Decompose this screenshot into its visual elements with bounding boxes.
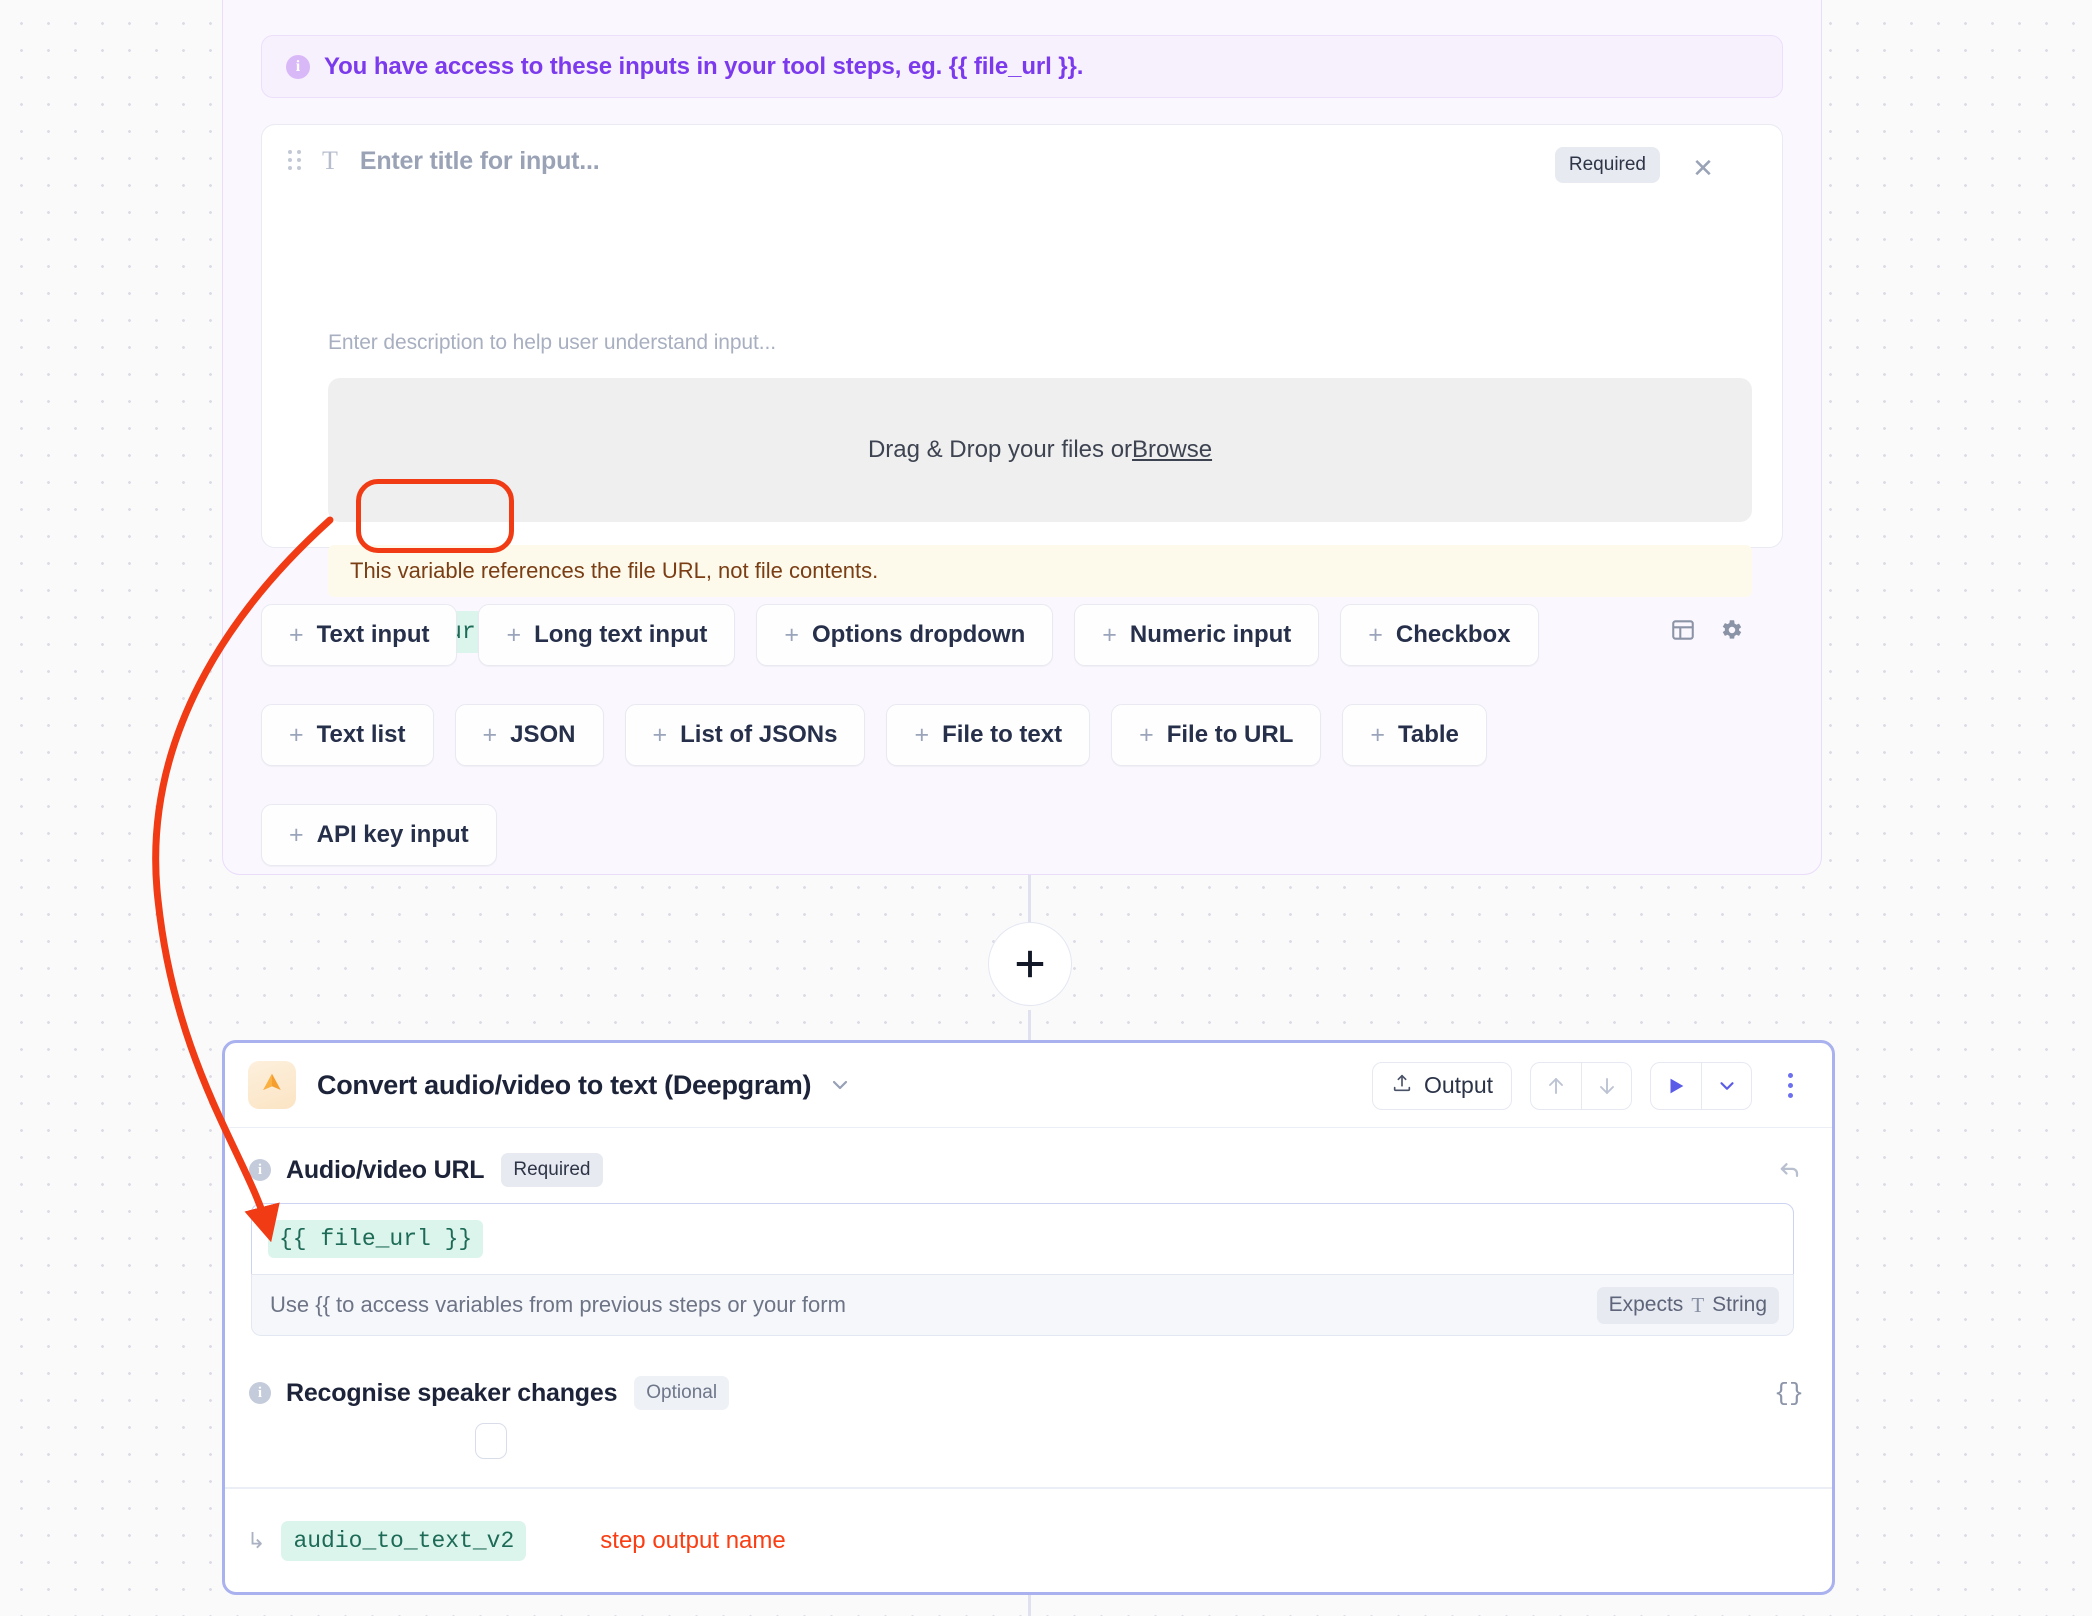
button-label: Text input — [316, 621, 430, 648]
plus-icon: + — [1368, 620, 1383, 649]
button-label: Text list — [316, 721, 406, 748]
audio-url-field-label-row: i Audio/video URL Required — [225, 1150, 1832, 1190]
text-type-icon: T — [322, 146, 338, 175]
speaker-field-label-row: i Recognise speaker changes Optional {} — [225, 1373, 1832, 1413]
button-label: Options dropdown — [812, 621, 1026, 648]
add-options-dropdown-button[interactable]: + Options dropdown — [756, 604, 1054, 666]
input-type-button-group: + Text input + Long text input + Options dr… — [261, 604, 1761, 866]
button-label: Checkbox — [1395, 621, 1511, 648]
field-label: Audio/video URL — [286, 1155, 485, 1184]
file-url-warning: This variable references the file URL, n… — [328, 545, 1752, 597]
step-output-row: ↳ audio_to_text_v2 step output name — [225, 1487, 1832, 1595]
hint-text: Use {{ to access variables from previous… — [270, 1292, 846, 1317]
dropzone-text: Drag & Drop your files or — [867, 436, 1133, 463]
arrow-return-icon: ↳ — [247, 1528, 266, 1553]
plus-icon — [1016, 950, 1044, 978]
add-step-button[interactable] — [988, 922, 1072, 1006]
deepgram-logo-icon — [248, 1061, 296, 1109]
file-dropzone[interactable]: Drag & Drop your files or Browse — [328, 378, 1752, 522]
add-long-text-input-button[interactable]: + Long text input — [478, 604, 736, 666]
step-output-chip[interactable]: audio_to_text_v2 — [281, 1521, 527, 1561]
deepgram-step-card: Convert audio/video to text (Deepgram) O… — [222, 1040, 1835, 1595]
plus-icon: + — [289, 820, 304, 849]
input-definition-card: T Enter title for input... Required ✕ En… — [261, 124, 1783, 653]
move-step-down-button[interactable] — [1581, 1062, 1631, 1109]
input-title-field[interactable]: Enter title for input... — [360, 147, 600, 176]
code-braces-icon[interactable]: {} — [1774, 1373, 1804, 1413]
connector-line-bottom — [1028, 1010, 1031, 1040]
variable-token[interactable]: {{ file_url }} — [268, 1220, 484, 1258]
expects-prefix: Expects — [1608, 1293, 1684, 1316]
optional-badge: Optional — [634, 1376, 730, 1410]
output-button-label: Output — [1423, 1072, 1493, 1098]
plus-icon: + — [289, 620, 304, 649]
button-label: File to URL — [1166, 721, 1294, 748]
close-icon[interactable]: ✕ — [1682, 147, 1724, 189]
add-numeric-input-button[interactable]: + Numeric input — [1074, 604, 1320, 666]
plus-icon: + — [289, 720, 304, 749]
move-step-up-button[interactable] — [1531, 1063, 1581, 1109]
step-title: Convert audio/video to text (Deepgram) — [317, 1069, 812, 1100]
run-options-chevron-icon[interactable] — [1701, 1062, 1751, 1109]
step-output-annotation: step output name — [600, 1527, 786, 1554]
plus-icon: + — [1139, 720, 1154, 749]
button-label: Long text input — [534, 621, 708, 648]
add-table-button[interactable]: + Table — [1342, 704, 1487, 766]
plus-icon: + — [784, 620, 799, 649]
button-label: Table — [1397, 721, 1459, 748]
step-actions: Output — [1371, 1043, 1810, 1128]
undo-icon[interactable] — [1776, 1150, 1804, 1190]
button-label: List of JSONs — [680, 721, 838, 748]
add-text-input-button[interactable]: + Text input — [261, 604, 458, 666]
info-icon: i — [286, 54, 310, 79]
button-label: Numeric input — [1129, 621, 1292, 648]
required-badge: Required — [1554, 147, 1660, 183]
expects-type-badge: Expects T String — [1596, 1286, 1779, 1324]
inputs-info-banner: i You have access to these inputs in you… — [261, 35, 1783, 98]
button-label: File to text — [942, 721, 1063, 748]
run-step-buttons — [1650, 1061, 1752, 1110]
audio-url-input[interactable]: {{ file_url }} — [251, 1203, 1794, 1275]
move-step-buttons — [1530, 1061, 1632, 1110]
info-icon: i — [249, 1159, 271, 1181]
add-file-to-url-button[interactable]: + File to URL — [1111, 704, 1322, 766]
plus-icon: + — [1370, 720, 1385, 749]
button-label: API key input — [316, 821, 469, 848]
add-text-list-button[interactable]: + Text list — [261, 704, 434, 766]
upload-icon — [1391, 1072, 1413, 1100]
audio-url-hint-bar: Use {{ to access variables from previous… — [251, 1274, 1794, 1336]
field-label: Recognise speaker changes — [286, 1378, 618, 1407]
plus-icon: + — [914, 720, 930, 749]
text-type-icon: T — [1691, 1292, 1705, 1317]
step-header: Convert audio/video to text (Deepgram) O… — [225, 1043, 1832, 1128]
drag-handle-icon[interactable] — [288, 150, 302, 172]
required-badge: Required — [501, 1153, 603, 1187]
step-more-menu-button[interactable] — [1770, 1062, 1810, 1110]
plus-icon: + — [482, 720, 498, 749]
inputs-banner-text: You have access to these inputs in your … — [324, 52, 1084, 80]
plus-icon: + — [506, 620, 522, 649]
add-checkbox-button[interactable]: + Checkbox — [1340, 604, 1539, 666]
plus-icon: + — [652, 720, 668, 749]
input-description-field[interactable]: Enter description to help user understan… — [328, 331, 776, 355]
button-label: JSON — [510, 721, 576, 748]
run-step-button[interactable] — [1651, 1063, 1701, 1109]
info-icon: i — [249, 1382, 271, 1404]
add-json-button[interactable]: + JSON — [454, 704, 604, 766]
expects-type: String — [1712, 1293, 1767, 1316]
browse-link[interactable]: Browse — [1132, 436, 1212, 464]
chevron-down-icon[interactable] — [828, 1073, 852, 1097]
add-list-of-jsons-button[interactable]: + List of JSONs — [624, 704, 866, 766]
speaker-changes-checkbox[interactable] — [475, 1423, 507, 1459]
output-button[interactable]: Output — [1371, 1061, 1512, 1110]
plus-icon: + — [1102, 620, 1117, 649]
add-file-to-text-button[interactable]: + File to text — [886, 704, 1091, 766]
add-api-key-input-button[interactable]: + API key input — [261, 804, 497, 866]
